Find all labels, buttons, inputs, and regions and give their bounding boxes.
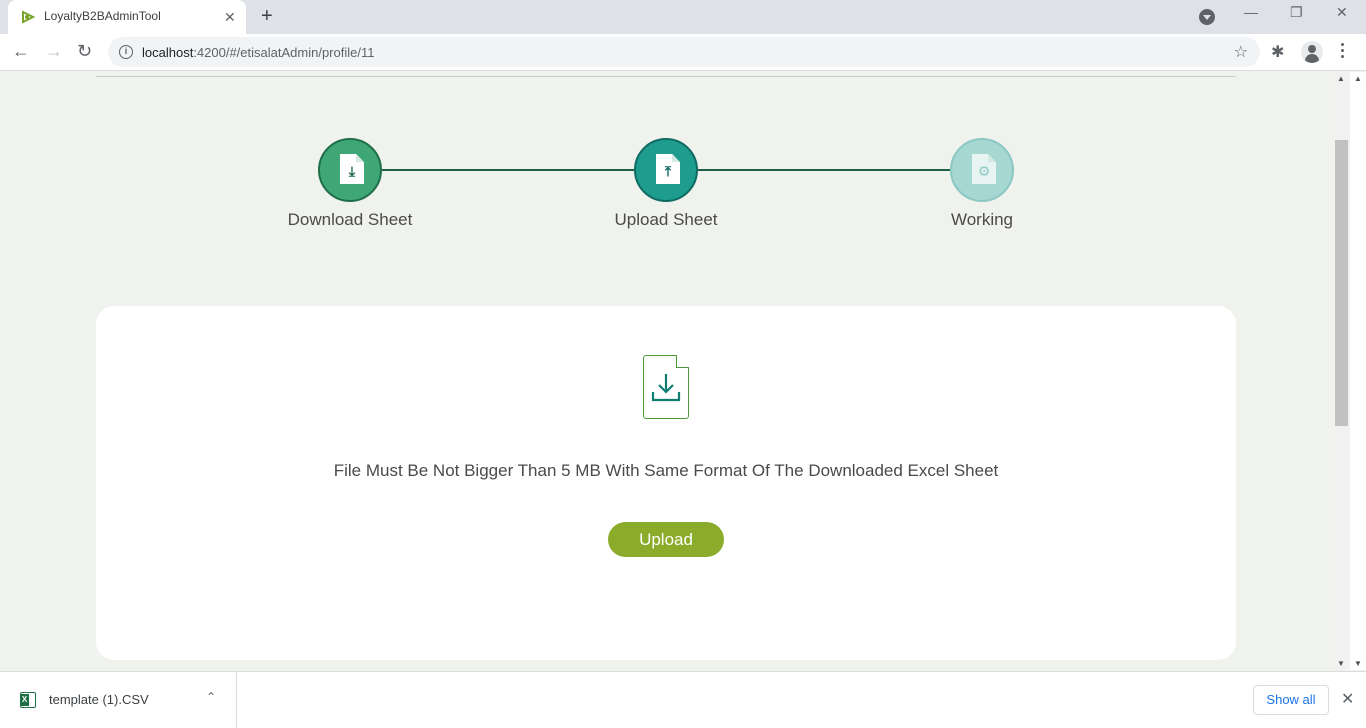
window-close-button[interactable]: ✕	[1336, 4, 1348, 21]
file-size-note: File Must Be Not Bigger Than 5 MB With S…	[333, 461, 999, 480]
divider	[96, 76, 1236, 77]
browser-tab[interactable]: LoyaltyB2BAdminTool ✕	[8, 0, 246, 34]
file-fold	[676, 355, 689, 368]
scroll-down-arrow-icon[interactable]: ▼	[1337, 659, 1345, 668]
outer-scroll-down-icon[interactable]: ▼	[1354, 659, 1362, 668]
outer-scrollbar[interactable]: ▲ ▼	[1350, 72, 1366, 670]
chevron-up-icon[interactable]: ⌃	[206, 690, 216, 704]
download-shelf: template (1).CSV ⌃ Show all ✕	[0, 671, 1366, 728]
scrollbar-thumb[interactable]	[1335, 140, 1348, 426]
browser-toolbar: ← → ↻ i localhost:4200/#/etisalatAdmin/p…	[0, 34, 1366, 71]
upload-button[interactable]: Upload	[608, 522, 724, 557]
app-favicon-icon	[22, 10, 36, 24]
window-minimize-button[interactable]: —	[1244, 4, 1258, 20]
scroll-up-arrow-icon[interactable]: ▲	[1337, 74, 1345, 83]
tab-search-icon[interactable]	[1199, 9, 1215, 25]
extensions-icon[interactable]: ✱	[1271, 42, 1284, 62]
browser-tabstrip: LoyaltyB2BAdminTool ✕ + — ❐ ✕	[0, 0, 1366, 34]
forward-button[interactable]: →	[45, 41, 63, 61]
download-file-name: template (1).CSV	[49, 692, 149, 707]
tab-title: LoyaltyB2BAdminTool	[44, 9, 161, 23]
back-button[interactable]: ←	[12, 41, 30, 61]
step-upload-sheet[interactable]: ⤒ Upload Sheet	[596, 138, 736, 230]
download-arrow-icon	[651, 374, 681, 402]
step-working[interactable]: ⚙ Working	[912, 138, 1052, 230]
url-text: localhost:4200/#/etisalatAdmin/profile/1…	[142, 45, 374, 60]
page-content: ⤓ Download Sheet ⤒ Upload Sheet ⚙ Workin…	[0, 72, 1334, 670]
step-label: Upload Sheet	[614, 210, 718, 229]
page-scrollbar[interactable]: ▲ ▼	[1334, 72, 1350, 670]
outer-scroll-up-icon[interactable]: ▲	[1354, 74, 1362, 83]
new-tab-button[interactable]: +	[261, 6, 273, 26]
close-shelf-icon[interactable]: ✕	[1341, 689, 1354, 709]
reload-button[interactable]: ↻	[77, 41, 92, 61]
upload-card: File Must Be Not Bigger Than 5 MB With S…	[96, 306, 1236, 660]
download-item[interactable]: template (1).CSV ⌃	[0, 672, 237, 728]
profile-avatar-icon[interactable]	[1301, 41, 1323, 63]
tab-close-icon[interactable]: ✕	[224, 8, 236, 26]
download-doc-icon: ⤓	[318, 138, 382, 202]
bookmark-star-icon[interactable]: ☆	[1234, 42, 1248, 62]
step-download-sheet[interactable]: ⤓ Download Sheet	[280, 138, 420, 230]
progress-stepper: ⤓ Download Sheet ⤒ Upload Sheet ⚙ Workin…	[0, 138, 1334, 238]
address-bar[interactable]: i localhost:4200/#/etisalatAdmin/profile…	[108, 37, 1260, 67]
step-label: Working	[950, 210, 1014, 229]
site-info-icon[interactable]: i	[119, 45, 133, 59]
browser-menu-icon[interactable]	[1341, 43, 1345, 61]
upload-doc-icon: ⤒	[634, 138, 698, 202]
show-all-button[interactable]: Show all	[1253, 685, 1329, 715]
excel-file-icon	[20, 692, 36, 708]
url-path: :4200/#/etisalatAdmin/profile/11	[193, 45, 375, 60]
url-host: localhost	[142, 45, 194, 60]
window-restore-button[interactable]: ❐	[1290, 4, 1303, 21]
step-label: Download Sheet	[287, 210, 413, 229]
gear-doc-icon: ⚙	[950, 138, 1014, 202]
